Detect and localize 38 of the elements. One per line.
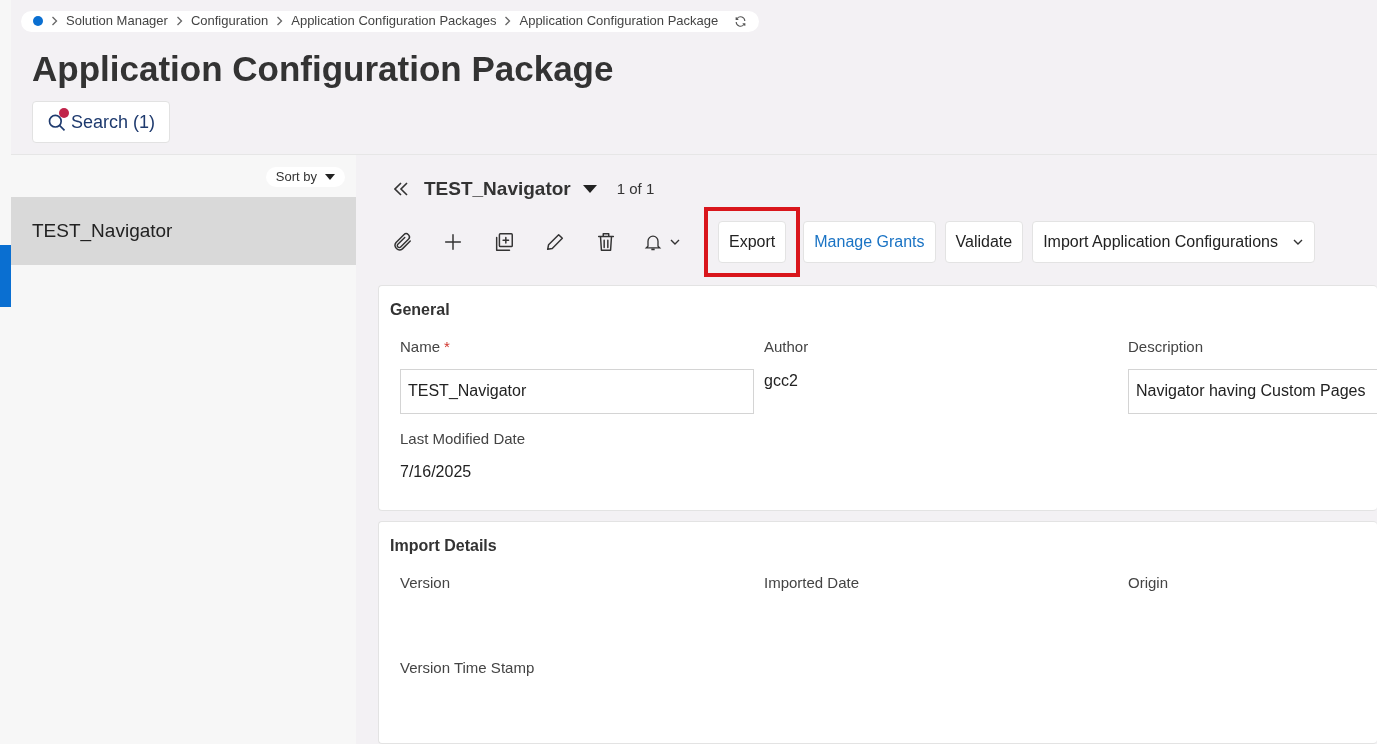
search-icon (47, 112, 67, 132)
active-indicator (0, 245, 11, 307)
section-title: Import Details (390, 536, 498, 556)
field-label: Version (400, 573, 452, 593)
field-label: Origin (1128, 573, 1169, 593)
record-counter: 1 of 1 (616, 178, 655, 199)
action-button[interactable]: Export (718, 221, 787, 263)
breadcrumb-link[interactable]: Configuration (190, 11, 269, 31)
field-label: Name * (400, 337, 451, 357)
chevron-icon (51, 16, 58, 26)
caret-icon (325, 174, 335, 180)
input-field[interactable]: TEST_Navigator (400, 368, 754, 414)
manage-grants-button[interactable]: Manage Grants (803, 221, 936, 263)
field-label: Author (764, 337, 810, 357)
breadcrumb-link[interactable]: Application Configuration Packages (291, 11, 497, 31)
section-title: General (390, 300, 451, 320)
chevron-icon (276, 16, 284, 26)
field-value: 7/16/2025 (400, 462, 473, 482)
record-title: TEST_Navigator (424, 176, 571, 201)
sort-button[interactable]: Sort by (265, 167, 345, 187)
page-title: Application Configuration Package (32, 48, 615, 90)
field-label: Last Modified Date (400, 428, 527, 449)
list-item[interactable]: TEST_Navigator (11, 197, 356, 265)
breadcrumb-link[interactable]: Solution Manager (66, 11, 168, 31)
field-value: gcc2 (764, 370, 799, 391)
caret-icon[interactable] (582, 185, 597, 193)
chevron-icon (175, 16, 183, 26)
breadcrumb-link[interactable]: Application Configuration Package (519, 11, 719, 31)
refresh-icon[interactable] (734, 14, 748, 28)
field-label: Imported Date (764, 573, 861, 593)
search-button[interactable]: Search (1) (32, 101, 171, 143)
field-label: Version Time Stamp (400, 658, 536, 678)
import-menu-button[interactable]: Import Application Configurations (1032, 221, 1315, 263)
action-button[interactable]: Validate (944, 221, 1024, 263)
chevron-icon (504, 16, 512, 26)
field-label: Description (1128, 337, 1205, 357)
input-field[interactable]: Navigator having Custom Pages (1128, 368, 1377, 414)
collapse-icon[interactable] (394, 182, 408, 196)
